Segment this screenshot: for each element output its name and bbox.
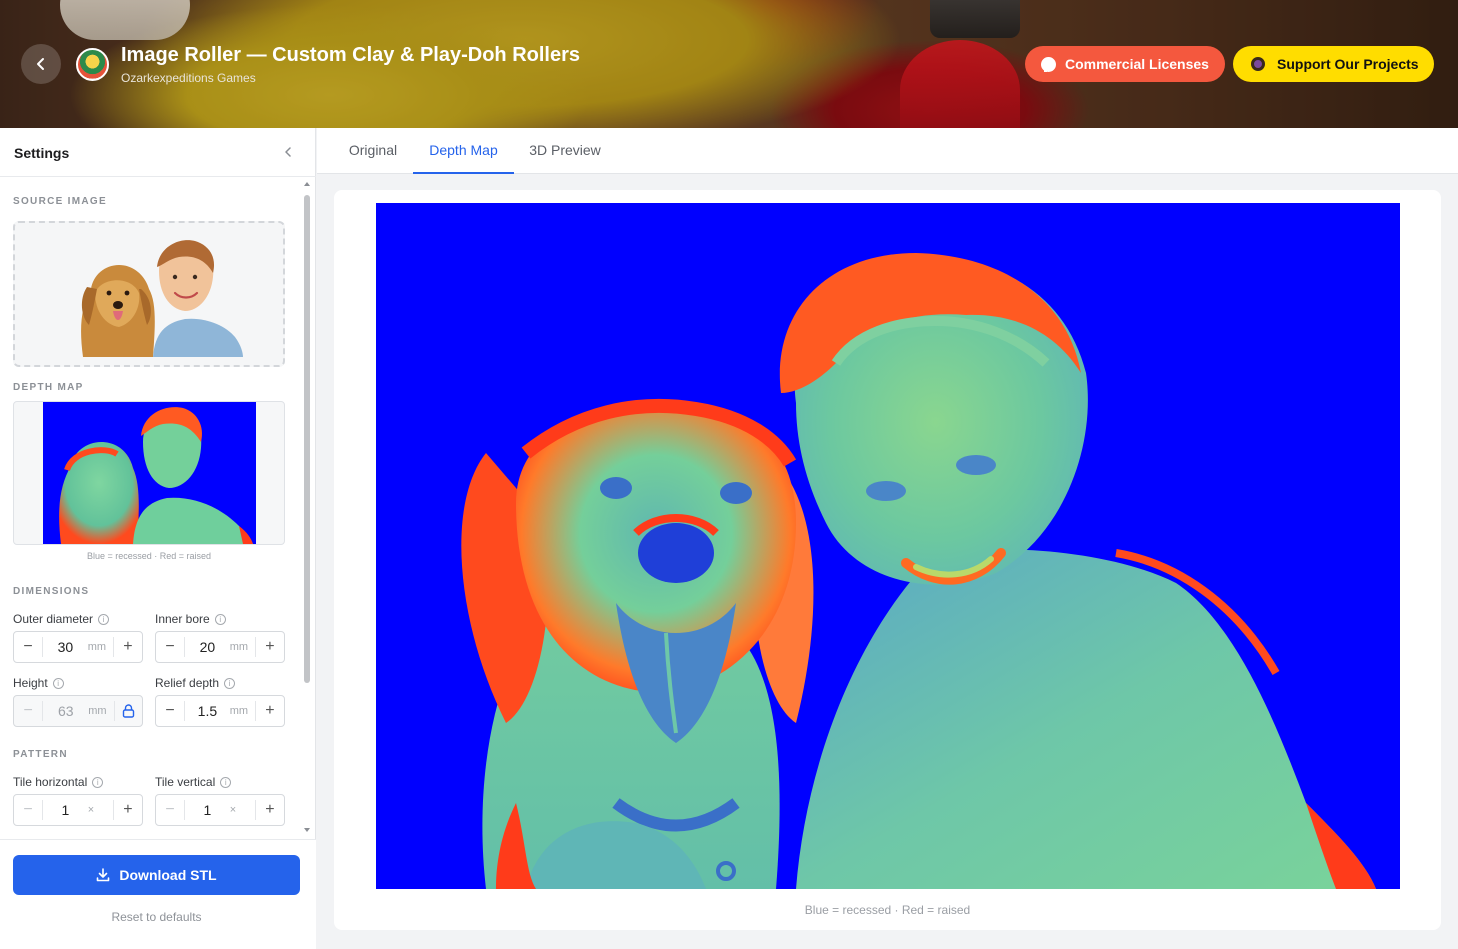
inner-bore-label-text: Inner bore: [155, 612, 210, 626]
source-image-dropzone[interactable]: [13, 221, 285, 367]
source-image-thumbnail: [81, 240, 243, 357]
depth-map-thumbnail: [43, 402, 256, 544]
scroll-up-arrow-icon[interactable]: [303, 180, 311, 188]
relief-depth-unit: mm: [229, 705, 249, 717]
inner-bore-increment-button[interactable]: +: [256, 632, 284, 662]
depth-map-legend: Blue = recessed · Red = raised: [804, 903, 971, 917]
banner-cap-image: [930, 0, 1020, 38]
tile-vertical-label-text: Tile vertical: [155, 775, 216, 789]
download-icon: [97, 868, 110, 882]
info-icon[interactable]: i: [214, 613, 226, 625]
inner-bore-decrement-button[interactable]: −: [156, 632, 184, 662]
inner-bore-stepper: − 20 mm +: [155, 631, 285, 663]
tab-3d-preview[interactable]: 3D Preview: [514, 128, 616, 174]
tile-vertical-stepper: − 1 × +: [155, 794, 285, 826]
commercial-licenses-label: Commercial Licenses: [1065, 56, 1209, 72]
chevron-left-icon: [285, 147, 291, 157]
scrollbar-thumb[interactable]: [304, 195, 310, 683]
coffee-cup-icon: [1251, 57, 1265, 71]
support-projects-label: Support Our Projects: [1277, 56, 1419, 72]
depth-map-label: DEPTH MAP: [13, 382, 84, 393]
info-icon[interactable]: i: [52, 677, 64, 689]
outer-diameter-decrement-button[interactable]: −: [14, 632, 42, 662]
tile-vertical-input[interactable]: 1: [185, 802, 230, 818]
height-lock-toggle[interactable]: [115, 696, 142, 726]
tab-depth-map[interactable]: Depth Map: [413, 128, 514, 174]
height-label-text: Height: [13, 676, 48, 690]
dimensions-label: DIMENSIONS: [13, 586, 90, 597]
height-input: 63: [58, 703, 74, 719]
relief-depth-increment-button[interactable]: +: [256, 696, 284, 726]
info-icon[interactable]: i: [224, 677, 236, 689]
inner-bore-input[interactable]: 20: [185, 639, 230, 655]
outer-diameter-unit: mm: [87, 641, 107, 653]
back-button[interactable]: [21, 44, 61, 84]
tile-vertical-label: Tile vertical i: [155, 775, 232, 789]
sidebar-header: Settings: [0, 128, 316, 177]
depth-map-viewer: [376, 203, 1400, 889]
tab-original[interactable]: Original: [333, 128, 413, 174]
banner-cup-image: [900, 40, 1020, 128]
sidebar-title: Settings: [14, 145, 70, 161]
tile-horizontal-decrement-button[interactable]: −: [14, 795, 42, 825]
banner-roller-image: [60, 0, 190, 40]
tile-vertical-increment-button[interactable]: +: [256, 795, 284, 825]
tile-horizontal-increment-button[interactable]: +: [114, 795, 142, 825]
sidebar-actions: Download STL Reset to defaults: [0, 839, 316, 949]
patreon-icon: [1041, 56, 1056, 72]
view-tabs: Original Depth Map 3D Preview: [317, 128, 1458, 174]
download-stl-button[interactable]: Download STL: [13, 855, 300, 895]
settings-sidebar: Settings SOURCE IMAGE DEPTH MAP Blue = r…: [0, 128, 316, 949]
commercial-licenses-button[interactable]: Commercial Licenses: [1025, 46, 1225, 82]
relief-depth-label: Relief depth i: [155, 676, 236, 690]
pattern-label: PATTERN: [13, 749, 68, 760]
inner-bore-unit: mm: [229, 641, 249, 653]
outer-diameter-label-text: Outer diameter: [13, 612, 94, 626]
info-icon[interactable]: i: [92, 776, 104, 788]
reset-to-defaults-link[interactable]: Reset to defaults: [0, 910, 313, 924]
support-projects-button[interactable]: Support Our Projects: [1233, 46, 1434, 82]
relief-depth-decrement-button[interactable]: −: [156, 696, 184, 726]
height-label: Height i: [13, 676, 64, 690]
collapse-sidebar-button[interactable]: [280, 143, 296, 161]
tile-vertical-unit: ×: [229, 804, 237, 816]
tile-horizontal-label-text: Tile horizontal: [13, 775, 88, 789]
inner-bore-label: Inner bore i: [155, 612, 226, 626]
info-icon[interactable]: i: [98, 613, 110, 625]
height-decrement-button: −: [23, 702, 33, 719]
info-icon[interactable]: i: [220, 776, 232, 788]
lock-icon: [122, 704, 135, 718]
download-stl-label: Download STL: [119, 867, 217, 883]
page-subtitle: Ozarkexpeditions Games: [121, 71, 256, 85]
tile-vertical-decrement-button[interactable]: −: [156, 795, 184, 825]
outer-diameter-increment-button[interactable]: +: [114, 632, 142, 662]
height-stepper: − 63 mm: [13, 695, 143, 727]
relief-depth-input[interactable]: 1.5: [185, 703, 230, 719]
relief-depth-label-text: Relief depth: [155, 676, 220, 690]
depth-map-legend-caption: Blue = recessed · Red = raised: [86, 551, 212, 561]
height-unit: mm: [88, 705, 107, 717]
outer-diameter-input[interactable]: 30: [43, 639, 88, 655]
tile-horizontal-stepper: − 1 × +: [13, 794, 143, 826]
tile-horizontal-unit: ×: [87, 804, 95, 816]
brand-logo: [76, 48, 109, 81]
tile-horizontal-input[interactable]: 1: [43, 802, 88, 818]
relief-depth-stepper: − 1.5 mm +: [155, 695, 285, 727]
page-title: Image Roller — Custom Clay & Play-Doh Ro…: [121, 44, 580, 66]
chevron-left-icon: [37, 58, 44, 70]
tile-horizontal-label: Tile horizontal i: [13, 775, 104, 789]
sidebar-scrollbar[interactable]: [303, 180, 311, 834]
source-image-label: SOURCE IMAGE: [13, 196, 107, 207]
outer-diameter-label: Outer diameter i: [13, 612, 110, 626]
scroll-down-arrow-icon[interactable]: [303, 826, 311, 834]
outer-diameter-stepper: − 30 mm +: [13, 631, 143, 663]
depth-map-thumbnail-frame: [13, 401, 285, 545]
